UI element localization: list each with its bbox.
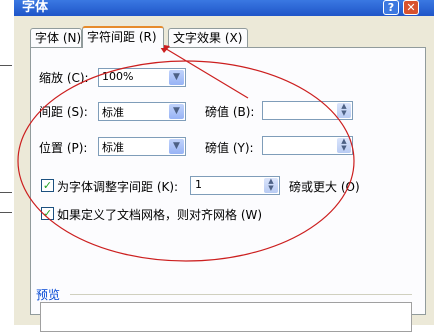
spacing-by-label: 磅值 (B): [205, 105, 255, 119]
close-button[interactable]: ✕ [403, 0, 419, 15]
kerning-suffix: 磅或更大 (O) [289, 180, 360, 194]
preview-label: 预览 [36, 288, 61, 302]
spacing-by-spinner[interactable]: ▲ ▼ [262, 101, 353, 120]
ruler-mark [0, 65, 12, 66]
help-button[interactable]: ? [383, 0, 399, 15]
spinner-arrows-icon[interactable]: ▲ ▼ [337, 138, 351, 153]
chevron-down-icon[interactable]: ▼ [169, 139, 184, 154]
scale-select[interactable]: 100% ▼ [98, 68, 186, 87]
spinner-arrows-icon[interactable]: ▲ ▼ [264, 178, 278, 193]
position-value: 标准 [102, 141, 124, 154]
preview-divider [70, 294, 412, 295]
spacing-select[interactable]: 标准 ▼ [98, 102, 186, 121]
tab-character-spacing[interactable]: 字符间距 (R) [82, 26, 164, 48]
ruler-mark [0, 212, 12, 213]
kerning-checkbox[interactable]: ✓ [41, 179, 54, 192]
scale-value: 100% [102, 70, 134, 83]
kerning-value: 1 [195, 178, 202, 191]
position-label: 位置 (P): [39, 141, 88, 155]
dialog-title: 字体 [22, 0, 49, 15]
position-select[interactable]: 标准 ▼ [98, 137, 186, 156]
position-by-label: 磅值 (Y): [205, 141, 254, 155]
spacing-label: 间距 (S): [39, 105, 88, 119]
title-bar: 字体 ? ✕ [14, 0, 434, 16]
spinner-arrows-icon[interactable]: ▲ ▼ [337, 103, 351, 118]
kerning-spinner[interactable]: 1 ▲ ▼ [190, 176, 280, 195]
tab-font[interactable]: 字体 (N) [30, 28, 82, 47]
font-dialog: 字体 ? ✕ 字体 (N) 字符间距 (R) 文字效果 (X) 缩放 (C): … [14, 0, 434, 332]
tab-text-effects[interactable]: 文字效果 (X) [168, 28, 248, 47]
position-by-spinner[interactable]: ▲ ▼ [262, 136, 353, 155]
snap-to-grid-checkbox[interactable]: ✓ [41, 207, 54, 220]
spacing-value: 标准 [102, 106, 124, 119]
chevron-down-icon[interactable]: ▼ [169, 70, 184, 85]
ruler-mark [0, 192, 12, 193]
kerning-label: 为字体调整字间距 (K): [57, 180, 179, 194]
chevron-down-icon[interactable]: ▼ [169, 104, 184, 119]
snap-to-grid-label: 如果定义了文档网格，则对齐网格 (W) [57, 208, 263, 222]
preview-box [40, 302, 412, 332]
scale-label: 缩放 (C): [39, 71, 89, 85]
